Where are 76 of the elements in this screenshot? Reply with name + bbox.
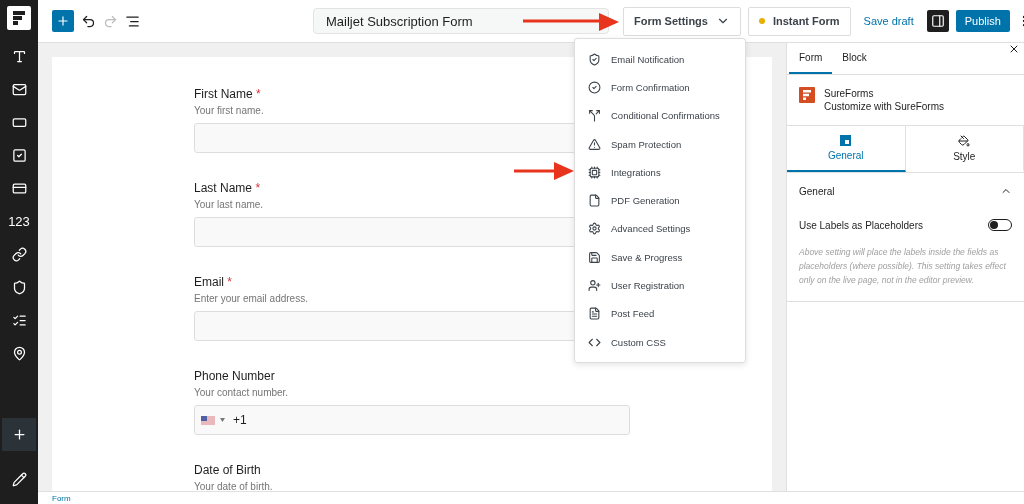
panel-tab[interactable]: Block bbox=[832, 43, 877, 74]
menu-item[interactable]: Conditional Confirmations bbox=[575, 101, 745, 130]
field-label: Last Name * bbox=[194, 181, 261, 195]
file-icon bbox=[588, 194, 601, 208]
field-label: First Name * bbox=[194, 87, 261, 101]
document-icon bbox=[588, 307, 601, 321]
menu-item[interactable]: PDF Generation bbox=[575, 186, 745, 215]
section-header[interactable]: General bbox=[799, 173, 1012, 209]
menu-item[interactable]: Post Feed bbox=[575, 299, 745, 328]
panel-icon bbox=[930, 14, 945, 28]
shield-check-icon bbox=[588, 52, 601, 66]
plus-icon bbox=[56, 14, 70, 28]
panel-tab[interactable]: Form bbox=[789, 43, 833, 74]
split-icon bbox=[588, 109, 601, 123]
menu-item[interactable]: Custom CSS bbox=[575, 327, 745, 357]
caret-icon bbox=[220, 418, 225, 422]
user-plus-icon bbox=[588, 279, 601, 292]
breadcrumb-link[interactable]: Form bbox=[52, 493, 71, 503]
phone-field[interactable]: +1 bbox=[194, 405, 630, 435]
field-label: Date of Birth bbox=[194, 463, 261, 477]
plugin-logo-icon bbox=[799, 87, 815, 103]
toggle-switch[interactable] bbox=[988, 219, 1012, 231]
field-hint: Enter your email address. bbox=[194, 293, 308, 304]
chip-icon bbox=[588, 165, 601, 179]
sidebar-item[interactable]: 123 bbox=[2, 205, 36, 238]
save-draft-link[interactable]: Save draft bbox=[857, 15, 920, 27]
annotation-arrow bbox=[514, 161, 574, 181]
field-hint: Your contact number. bbox=[194, 387, 289, 398]
list-view-icon[interactable] bbox=[125, 13, 140, 29]
save-icon bbox=[588, 250, 601, 264]
sidebar-item-active[interactable] bbox=[2, 418, 36, 451]
field-hint: Your last name. bbox=[194, 199, 264, 210]
link-icon bbox=[11, 247, 27, 262]
menu-item[interactable]: Form Confirmation bbox=[575, 73, 745, 102]
form-settings-button[interactable]: Form Settings bbox=[623, 6, 741, 36]
menu-item[interactable]: Email Notification bbox=[575, 45, 745, 74]
menu-item[interactable]: Save & Progress bbox=[575, 243, 745, 272]
paint-bucket-icon bbox=[958, 134, 971, 147]
field-label: Phone Number bbox=[194, 369, 275, 383]
toggle-label: Use Labels as Placeholders bbox=[799, 219, 923, 231]
plugin-name: SureForms bbox=[824, 87, 875, 100]
mail-icon bbox=[11, 82, 27, 97]
sidebar-toggle-button[interactable] bbox=[926, 10, 949, 32]
undo-icon[interactable] bbox=[81, 13, 96, 29]
warning-icon bbox=[588, 137, 601, 151]
menu-item[interactable]: Advanced Settings bbox=[575, 214, 745, 244]
shield-icon bbox=[11, 280, 27, 295]
plugin-subtitle: Customize with SureForms bbox=[824, 100, 945, 113]
logo-icon[interactable] bbox=[7, 6, 31, 30]
help-text: Above setting will place the labels inside the fields as placeholders (where possible). This setting takes effect only on the live page, not in the editor preview. bbox=[799, 246, 1007, 287]
menu-item[interactable]: User Registration bbox=[575, 271, 745, 300]
field-hint: Your date of birth. bbox=[194, 481, 273, 491]
instant-form-button[interactable]: Instant Form bbox=[747, 6, 851, 36]
text-icon bbox=[11, 49, 27, 64]
flag-icon bbox=[201, 415, 215, 425]
plus-icon bbox=[11, 427, 27, 442]
input-icon bbox=[11, 115, 27, 130]
checklist-icon bbox=[11, 313, 27, 328]
title-field[interactable]: Mailjet Subscription Form bbox=[313, 8, 609, 34]
field-hint: Your first name. bbox=[194, 105, 264, 116]
menu-item[interactable]: Integrations bbox=[575, 158, 745, 187]
settings-tab[interactable]: Style bbox=[905, 126, 1024, 172]
checkbox-icon bbox=[11, 148, 27, 163]
settings-tab[interactable]: General bbox=[787, 126, 906, 172]
pencil-icon bbox=[11, 472, 27, 487]
check-circle-icon bbox=[588, 80, 601, 94]
layout-icon bbox=[840, 135, 852, 146]
pin-icon bbox=[11, 346, 27, 361]
settings-icon bbox=[588, 222, 601, 236]
add-block-button[interactable] bbox=[52, 10, 74, 32]
phone-value: +1 bbox=[233, 413, 247, 427]
menu-item[interactable]: Spam Protection bbox=[575, 129, 745, 159]
publish-button[interactable]: Publish bbox=[955, 10, 1010, 32]
numbers-label: 123 bbox=[8, 214, 30, 229]
card-icon bbox=[11, 181, 27, 196]
field-label: Email * bbox=[194, 275, 233, 289]
